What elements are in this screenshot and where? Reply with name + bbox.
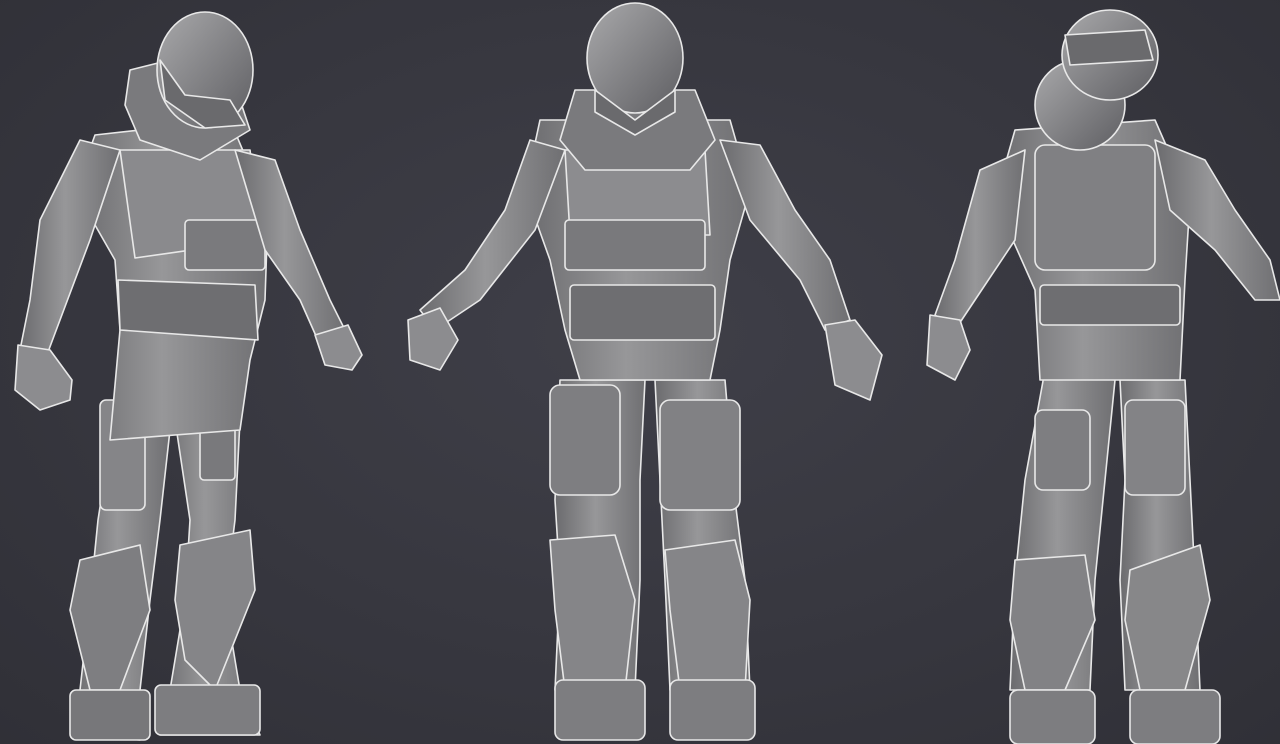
armored-figure-three-quarter-back: [915, 0, 1280, 744]
armored-figure-front: [390, 0, 900, 744]
armored-figure-three-quarter-front: [0, 0, 400, 744]
sculpt-viewport: [0, 0, 1280, 744]
